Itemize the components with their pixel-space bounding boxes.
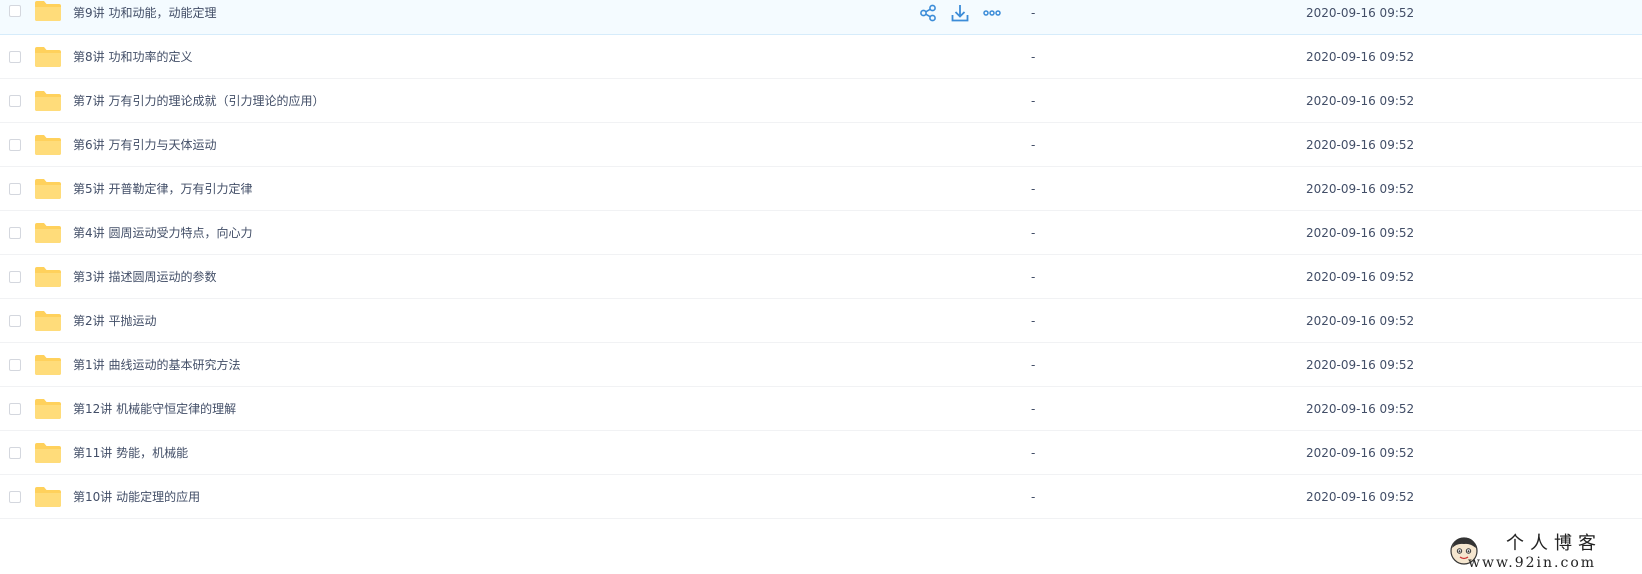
file-row[interactable]: 第2讲 平抛运动 - 2020-09-16 09:52 (0, 299, 1642, 343)
file-row[interactable]: 第9讲 功和动能，动能定理 - 2020-09-16 09:52 (0, 0, 1642, 35)
watermark: 个人博客 www.92in.com (1448, 534, 1642, 574)
file-name[interactable]: 第5讲 开普勒定律，万有引力定律 (73, 167, 252, 211)
file-size: - (1031, 358, 1036, 372)
row-checkbox[interactable] (9, 51, 21, 63)
file-row[interactable]: 第3讲 描述圆周运动的参数 - 2020-09-16 09:52 (0, 255, 1642, 299)
more-icon[interactable] (982, 3, 1002, 23)
file-name[interactable]: 第8讲 功和功率的定义 (73, 35, 192, 79)
file-size: - (1031, 6, 1036, 20)
file-name[interactable]: 第7讲 万有引力的理论成就（引力理论的应用） (73, 79, 324, 123)
file-name[interactable]: 第9讲 功和动能，动能定理 (73, 0, 216, 35)
folder-icon[interactable] (34, 90, 62, 112)
file-date: 2020-09-16 09:52 (1306, 490, 1415, 504)
file-row[interactable]: 第10讲 动能定理的应用 - 2020-09-16 09:52 (0, 475, 1642, 519)
file-date: 2020-09-16 09:52 (1306, 402, 1415, 416)
file-row[interactable]: 第11讲 势能，机械能 - 2020-09-16 09:52 (0, 431, 1642, 475)
folder-icon[interactable] (34, 486, 62, 508)
file-date: 2020-09-16 09:52 (1306, 314, 1415, 328)
file-size: - (1031, 138, 1036, 152)
file-row[interactable]: 第1讲 曲线运动的基本研究方法 - 2020-09-16 09:52 (0, 343, 1642, 387)
row-checkbox[interactable] (9, 183, 21, 195)
file-size: - (1031, 402, 1036, 416)
row-actions (918, 3, 1002, 23)
file-name[interactable]: 第1讲 曲线运动的基本研究方法 (73, 343, 240, 387)
file-date: 2020-09-16 09:52 (1306, 226, 1415, 240)
file-date: 2020-09-16 09:52 (1306, 50, 1415, 64)
folder-icon[interactable] (34, 0, 62, 22)
row-checkbox[interactable] (9, 139, 21, 151)
watermark-title: 个人博客 (1506, 533, 1602, 554)
file-date: 2020-09-16 09:52 (1306, 182, 1415, 196)
file-name[interactable]: 第3讲 描述圆周运动的参数 (73, 255, 216, 299)
folder-icon[interactable] (34, 442, 62, 464)
file-size: - (1031, 50, 1036, 64)
row-checkbox[interactable] (9, 359, 21, 371)
row-checkbox[interactable] (9, 491, 21, 503)
download-icon[interactable] (950, 3, 970, 23)
file-name[interactable]: 第4讲 圆周运动受力特点，向心力 (73, 211, 252, 255)
folder-icon[interactable] (34, 398, 62, 420)
folder-icon[interactable] (34, 222, 62, 244)
folder-icon[interactable] (34, 46, 62, 68)
file-date: 2020-09-16 09:52 (1306, 358, 1415, 372)
file-name[interactable]: 第6讲 万有引力与天体运动 (73, 123, 216, 167)
file-size: - (1031, 182, 1036, 196)
file-row[interactable]: 第7讲 万有引力的理论成就（引力理论的应用） - 2020-09-16 09:52 (0, 79, 1642, 123)
row-checkbox[interactable] (9, 447, 21, 459)
file-size: - (1031, 446, 1036, 460)
row-checkbox[interactable] (9, 271, 21, 283)
file-row[interactable]: 第8讲 功和功率的定义 - 2020-09-16 09:52 (0, 35, 1642, 79)
file-date: 2020-09-16 09:52 (1306, 94, 1415, 108)
file-size: - (1031, 314, 1036, 328)
folder-icon[interactable] (34, 310, 62, 332)
file-date: 2020-09-16 09:52 (1306, 446, 1415, 460)
file-row[interactable]: 第6讲 万有引力与天体运动 - 2020-09-16 09:52 (0, 123, 1642, 167)
file-size: - (1031, 490, 1036, 504)
file-row[interactable]: 第4讲 圆周运动受力特点，向心力 - 2020-09-16 09:52 (0, 211, 1642, 255)
row-checkbox[interactable] (9, 315, 21, 327)
file-name[interactable]: 第10讲 动能定理的应用 (73, 475, 200, 519)
file-name[interactable]: 第12讲 机械能守恒定律的理解 (73, 387, 236, 431)
file-name[interactable]: 第11讲 势能，机械能 (73, 431, 188, 475)
file-date: 2020-09-16 09:52 (1306, 270, 1415, 284)
file-size: - (1031, 270, 1036, 284)
watermark-url: www.92in.com (1468, 555, 1597, 571)
file-row[interactable]: 第12讲 机械能守恒定律的理解 - 2020-09-16 09:52 (0, 387, 1642, 431)
row-checkbox[interactable] (9, 5, 21, 17)
folder-icon[interactable] (34, 266, 62, 288)
folder-icon[interactable] (34, 354, 62, 376)
share-icon[interactable] (918, 3, 938, 23)
file-row[interactable]: 第5讲 开普勒定律，万有引力定律 - 2020-09-16 09:52 (0, 167, 1642, 211)
file-name[interactable]: 第2讲 平抛运动 (73, 299, 156, 343)
file-size: - (1031, 94, 1036, 108)
file-size: - (1031, 226, 1036, 240)
row-checkbox[interactable] (9, 403, 21, 415)
file-list: 第9讲 功和动能，动能定理 -2020-09-16 09:52 第8讲 功和功率的定… (0, 0, 1642, 519)
row-checkbox[interactable] (9, 95, 21, 107)
folder-icon[interactable] (34, 178, 62, 200)
file-date: 2020-09-16 09:52 (1306, 6, 1415, 20)
row-checkbox[interactable] (9, 227, 21, 239)
folder-icon[interactable] (34, 134, 62, 156)
file-date: 2020-09-16 09:52 (1306, 138, 1415, 152)
